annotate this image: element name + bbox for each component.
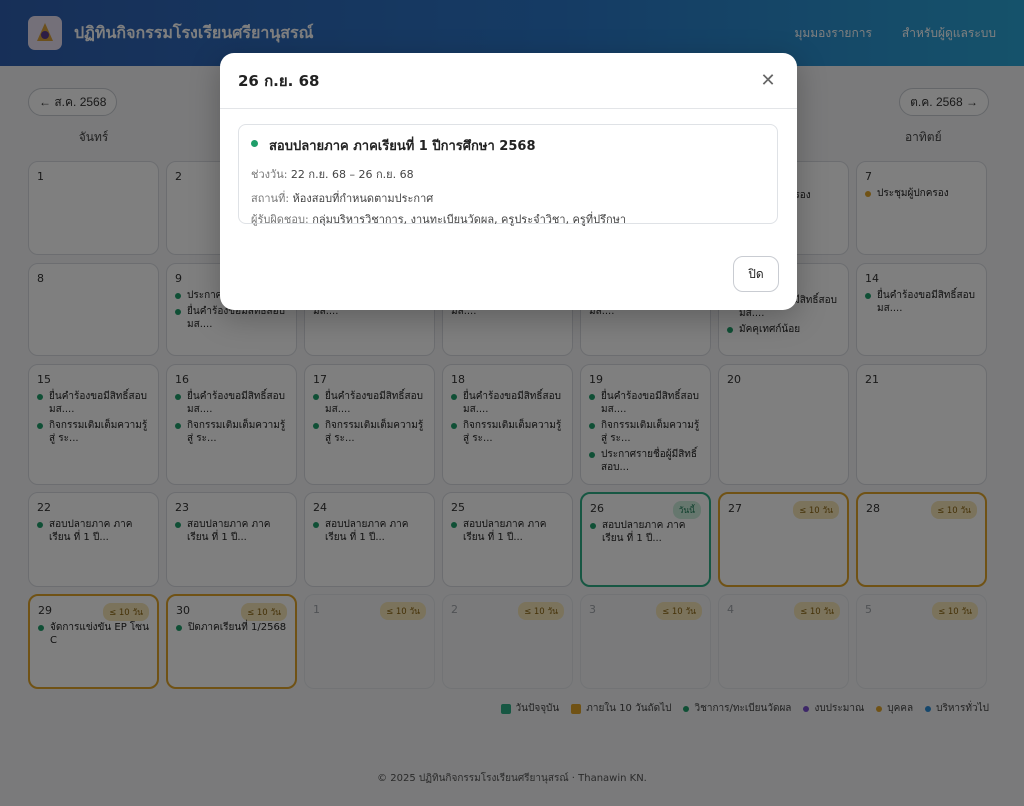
- owner-label: ผู้รับผิดชอบ:: [251, 213, 309, 226]
- date-label: ช่วงวัน:: [251, 168, 288, 181]
- event-place: สถานที่: ห้องสอบที่กำหนดตามประกาศ: [251, 189, 765, 207]
- event-date-range: ช่วงวัน: 22 ก.ย. 68 – 26 ก.ย. 68: [251, 165, 765, 183]
- event-modal: 26 ก.ย. 68 ✕ สอบปลายภาค ภาคเรียนที่ 1 ปี…: [220, 53, 797, 310]
- event-title: สอบปลายภาค ภาคเรียนที่ 1 ปีการศึกษา 2568: [251, 135, 765, 156]
- place-label: สถานที่:: [251, 192, 290, 205]
- place-value: ห้องสอบที่กำหนดตามประกาศ: [292, 192, 434, 205]
- modal-title: 26 ก.ย. 68: [238, 71, 320, 90]
- modal-header: 26 ก.ย. 68 ✕: [220, 53, 797, 109]
- close-icon[interactable]: ✕: [757, 70, 779, 92]
- date-value: 22 ก.ย. 68 – 26 ก.ย. 68: [290, 168, 414, 181]
- event-detail-card: สอบปลายภาค ภาคเรียนที่ 1 ปีการศึกษา 2568…: [238, 124, 778, 226]
- event-owner: ผู้รับผิดชอบ: กลุ่มบริหารวิชาการ, งานทะเ…: [251, 210, 765, 228]
- modal-close-button[interactable]: ปิด: [733, 256, 779, 292]
- owner-value: กลุ่มบริหารวิชาการ, งานทะเบียนวัดผล, ครู…: [312, 213, 627, 226]
